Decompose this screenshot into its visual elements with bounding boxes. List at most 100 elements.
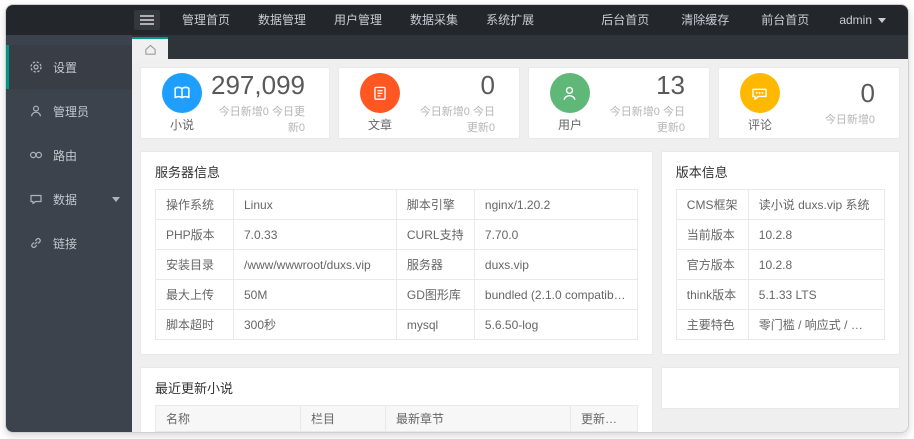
- stat-label: 评论: [747, 118, 772, 132]
- stat-card-articles: 文章 0 今日新增0 今日更新0: [337, 67, 520, 139]
- stat-card-users: 用户 13 今日新增0 今日更新0: [527, 67, 710, 139]
- stat-label: 文章: [367, 118, 392, 132]
- info-value: Linux: [233, 189, 397, 220]
- column-header: 栏目: [300, 405, 386, 432]
- panel-title: 最近更新小说: [155, 381, 234, 396]
- table-row[interactable]: 首富从卖电脑主板开始 衍生 第三百三十一章 meta高价抢游戏 11-19 18…: [155, 431, 638, 432]
- server-info-panel: 服务器信息 操作系统 Linux 脚本引擎 nginx/1.20.2 PHP版本…: [140, 151, 653, 355]
- info-label: mysql: [395, 309, 475, 340]
- navbar-logo-space: [6, 5, 132, 35]
- panel-title: 服务器信息: [155, 165, 221, 180]
- sidebar-item-label: 设置: [53, 60, 78, 75]
- table-row: 安装目录 /www/wwwroot/duxs.vip 服务器 duxs.vip: [155, 249, 638, 280]
- chevron-down-icon: [878, 17, 886, 23]
- table-row: 操作系统 Linux 脚本引擎 nginx/1.20.2: [155, 189, 638, 220]
- info-label: CMS框架: [675, 189, 749, 220]
- info-label: 主要特色: [675, 309, 749, 340]
- nav-item-user-manage[interactable]: 用户管理: [320, 5, 396, 35]
- table-row: 当前版本 10.2.8: [675, 219, 886, 250]
- novel-name: 首富从卖电脑主板开始: [155, 431, 301, 432]
- sidebar-item-label: 管理员: [53, 104, 90, 119]
- version-info-table: CMS框架 读小说 duxs.vip 系统 当前版本 10.2.8 官方版本 1…: [675, 189, 886, 340]
- stat-cards-row: 小说 297,099 今日新增0 今日更新0 文章 0 今日新增0 今日更新0 …: [140, 67, 900, 139]
- username-label: admin: [839, 13, 872, 27]
- info-label: PHP版本: [155, 219, 234, 250]
- info-label: 脚本超时: [155, 309, 234, 340]
- hamburger-icon: [140, 15, 154, 25]
- chevron-down-icon: [112, 196, 120, 202]
- stat-value: 13: [656, 70, 685, 101]
- stat-label: 用户: [557, 118, 582, 132]
- info-value: 10.2.8: [747, 249, 886, 280]
- table-row: CMS框架 读小说 duxs.vip 系统: [675, 189, 886, 220]
- stat-card-novels: 小说 297,099 今日新增0 今日更新0: [140, 67, 330, 139]
- empty-panel: [660, 367, 900, 409]
- tab-bar: [132, 35, 908, 59]
- app-window: 管理首页 数据管理 用户管理 数据采集 系统扩展 后台首页 清除缓存 前台首页 …: [5, 4, 909, 433]
- table-row: 脚本超时 300秒 mysql 5.6.50-log: [155, 309, 638, 340]
- novel-category: 衍生: [300, 431, 386, 432]
- column-header: 最新章节: [385, 405, 571, 432]
- info-value: 5.1.33 LTS: [747, 279, 886, 310]
- gear-icon: [30, 61, 42, 73]
- nav-item-frontend-home[interactable]: 前台首页: [745, 5, 825, 35]
- info-value: 5.6.50-log: [473, 309, 638, 340]
- nav-item-admin-home[interactable]: 管理首页: [168, 5, 244, 35]
- recent-novels-table: 名称 栏目 最新章节 更新时间 首富从卖电脑主板开始 衍生 第三百三十一章 me…: [155, 405, 638, 432]
- info-label: 安装目录: [155, 249, 234, 280]
- sidebar-item-admins[interactable]: 管理员: [6, 89, 132, 133]
- article-icon: [359, 73, 400, 113]
- stat-card-comments: 评论 0 今日新增0: [717, 67, 900, 139]
- nav-item-clear-cache[interactable]: 清除缓存: [665, 5, 745, 35]
- info-label: 服务器: [395, 249, 475, 280]
- stat-subtitle: 今日新增0 今日更新0: [218, 105, 305, 134]
- info-label: 当前版本: [675, 219, 749, 250]
- column-header: 名称: [155, 405, 301, 432]
- route-icon: [29, 151, 43, 159]
- sidebar-item-label: 路由: [53, 148, 78, 163]
- table-row: think版本 5.1.33 LTS: [675, 279, 886, 310]
- stat-value: 0: [860, 78, 875, 109]
- info-value: 读小说 duxs.vip 系统: [747, 189, 886, 220]
- home-icon: [144, 44, 156, 55]
- info-value: 300秒: [233, 309, 397, 340]
- nav-item-data-manage[interactable]: 数据管理: [244, 5, 320, 35]
- admin-user-menu[interactable]: admin: [825, 13, 892, 27]
- info-value: duxs.vip: [473, 249, 638, 280]
- top-navbar: 管理首页 数据管理 用户管理 数据采集 系统扩展 后台首页 清除缓存 前台首页 …: [6, 5, 908, 35]
- stat-value: 0: [480, 70, 495, 101]
- info-label: 官方版本: [675, 249, 749, 280]
- table-row: 主要特色 零门槛 / 响应式 / 清爽 / 极简: [675, 309, 886, 340]
- stat-subtitle: 今日新增0 今日更新0: [609, 105, 685, 134]
- info-value: nginx/1.20.2: [473, 189, 638, 220]
- nav-item-backend-home[interactable]: 后台首页: [585, 5, 665, 35]
- sidebar-item-label: 数据: [53, 192, 78, 207]
- sidebar-item-settings[interactable]: 设置: [6, 45, 132, 89]
- version-info-panel: 版本信息 CMS框架 读小说 duxs.vip 系统 当前版本 10.2.8 官…: [660, 151, 900, 355]
- info-value: 零门槛 / 响应式 / 清爽 / 极简: [747, 309, 886, 340]
- book-icon: [162, 73, 202, 113]
- table-row: 最大上传 50M GD图形库 bundled (2.1.0 compatible…: [155, 279, 638, 310]
- info-label: 最大上传: [155, 279, 234, 310]
- link-icon: [31, 238, 41, 248]
- tab-home[interactable]: [132, 37, 168, 59]
- stat-subtitle: 今日新增0 今日更新0: [419, 105, 495, 134]
- sidebar-item-links[interactable]: 链接: [6, 221, 132, 265]
- menu-toggle-button[interactable]: [134, 10, 160, 30]
- column-header: 更新时间: [570, 405, 638, 432]
- info-value: bundled (2.1.0 compatible): [473, 279, 638, 310]
- info-label: GD图形库: [395, 279, 475, 310]
- info-value: /www/wwwroot/duxs.vip: [233, 249, 397, 280]
- nav-item-system-extend[interactable]: 系统扩展: [472, 5, 548, 35]
- novel-latest-chapter: 第三百三十一章 meta高价抢游戏: [385, 431, 571, 432]
- info-value: 7.70.0: [473, 219, 638, 250]
- person-icon: [549, 73, 590, 113]
- sidebar: 设置 管理员 路由 数据 链接: [6, 35, 132, 432]
- sidebar-item-routes[interactable]: 路由: [6, 133, 132, 177]
- sidebar-item-label: 链接: [53, 236, 78, 251]
- data-icon: [30, 194, 42, 205]
- sidebar-item-data[interactable]: 数据: [6, 177, 132, 221]
- nav-item-data-collect[interactable]: 数据采集: [396, 5, 472, 35]
- info-value: 10.2.8: [747, 219, 886, 250]
- info-label: 操作系统: [155, 189, 234, 220]
